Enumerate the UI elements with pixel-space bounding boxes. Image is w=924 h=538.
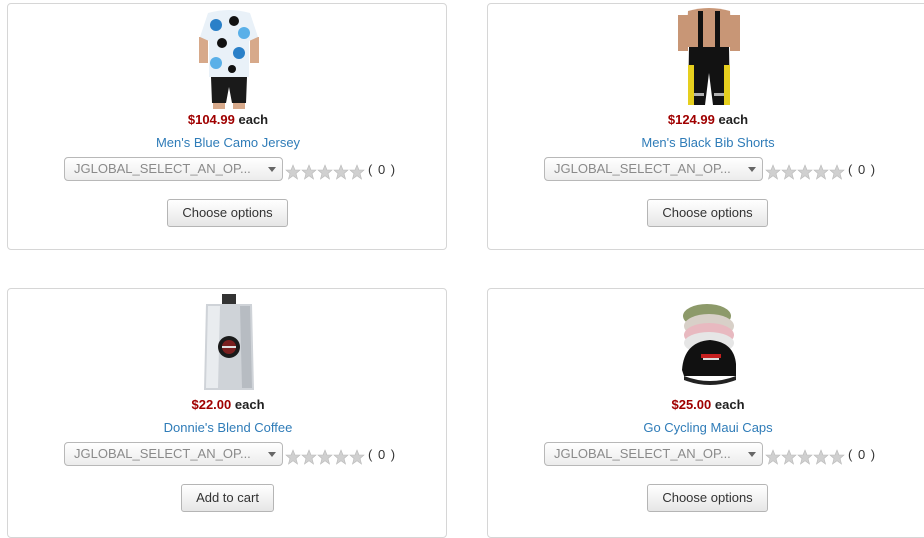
- option-select[interactable]: JGLOBAL_SELECT_AN_OP...: [544, 157, 763, 181]
- price-unit: each: [234, 397, 265, 412]
- chevron-down-icon: [748, 167, 756, 172]
- star-icon[interactable]: [285, 449, 301, 465]
- product-name-link[interactable]: Go Cycling Maui Caps: [488, 420, 924, 435]
- choose-options-button[interactable]: Choose options: [167, 199, 288, 227]
- star-icon[interactable]: [317, 164, 333, 180]
- product-name-link[interactable]: Men's Blue Camo Jersey: [8, 135, 448, 150]
- star-icon[interactable]: [813, 164, 829, 180]
- star-icon[interactable]: [797, 164, 813, 180]
- choose-options-button[interactable]: Choose options: [647, 484, 768, 512]
- product-card: $124.99 each Men's Black Bib Shorts JGLO…: [487, 3, 924, 250]
- chevron-down-icon: [268, 452, 276, 457]
- price-line: $104.99 each: [8, 112, 448, 127]
- price-line: $22.00 each: [8, 397, 448, 412]
- star-icon[interactable]: [765, 164, 781, 180]
- star-icon[interactable]: [797, 449, 813, 465]
- product-card: $25.00 each Go Cycling Maui Caps JGLOBAL…: [487, 288, 924, 538]
- product-image[interactable]: [674, 7, 744, 109]
- price-line: $124.99 each: [488, 112, 924, 127]
- product-card: $22.00 each Donnie's Blend Coffee JGLOBA…: [7, 288, 447, 538]
- star-icon[interactable]: [301, 164, 317, 180]
- star-icon[interactable]: [781, 164, 797, 180]
- star-icon[interactable]: [765, 449, 781, 465]
- option-select-value: JGLOBAL_SELECT_AN_OP...: [74, 446, 251, 461]
- product-image[interactable]: [674, 292, 744, 394]
- star-icon[interactable]: [301, 449, 317, 465]
- product-name-link[interactable]: Donnie's Blend Coffee: [8, 420, 448, 435]
- option-select-value: JGLOBAL_SELECT_AN_OP...: [554, 446, 731, 461]
- product-name-link[interactable]: Men's Black Bib Shorts: [488, 135, 924, 150]
- choose-options-button[interactable]: Choose options: [647, 199, 768, 227]
- rating-count: ( 0 ): [848, 162, 877, 177]
- star-icon[interactable]: [285, 164, 301, 180]
- chevron-down-icon: [748, 452, 756, 457]
- star-icon[interactable]: [829, 164, 845, 180]
- price-unit: each: [718, 112, 749, 127]
- star-icon[interactable]: [781, 449, 797, 465]
- star-icon[interactable]: [813, 449, 829, 465]
- rating-count: ( 0 ): [368, 162, 397, 177]
- star-rating[interactable]: [765, 164, 845, 180]
- product-price: $124.99: [667, 112, 715, 127]
- rating-count: ( 0 ): [848, 447, 877, 462]
- star-icon[interactable]: [349, 164, 365, 180]
- star-rating[interactable]: [285, 164, 365, 180]
- option-select-value: JGLOBAL_SELECT_AN_OP...: [74, 161, 251, 176]
- product-price: $22.00: [191, 397, 232, 412]
- rating-count: ( 0 ): [368, 447, 397, 462]
- add-to-cart-button[interactable]: Add to cart: [181, 484, 274, 512]
- price-line: $25.00 each: [488, 397, 924, 412]
- star-icon[interactable]: [333, 449, 349, 465]
- star-rating[interactable]: [765, 449, 845, 465]
- product-price: $25.00: [671, 397, 712, 412]
- chevron-down-icon: [268, 167, 276, 172]
- option-select[interactable]: JGLOBAL_SELECT_AN_OP...: [544, 442, 763, 466]
- star-icon[interactable]: [349, 449, 365, 465]
- star-icon[interactable]: [333, 164, 349, 180]
- option-select[interactable]: JGLOBAL_SELECT_AN_OP...: [64, 442, 283, 466]
- product-image[interactable]: [194, 292, 264, 394]
- product-card: $104.99 each Men's Blue Camo Jersey JGLO…: [7, 3, 447, 250]
- star-rating[interactable]: [285, 449, 365, 465]
- star-icon[interactable]: [829, 449, 845, 465]
- product-price: $104.99: [187, 112, 235, 127]
- price-unit: each: [238, 112, 269, 127]
- option-select-value: JGLOBAL_SELECT_AN_OP...: [554, 161, 731, 176]
- price-unit: each: [714, 397, 745, 412]
- option-select[interactable]: JGLOBAL_SELECT_AN_OP...: [64, 157, 283, 181]
- product-image[interactable]: [194, 7, 264, 109]
- star-icon[interactable]: [317, 449, 333, 465]
